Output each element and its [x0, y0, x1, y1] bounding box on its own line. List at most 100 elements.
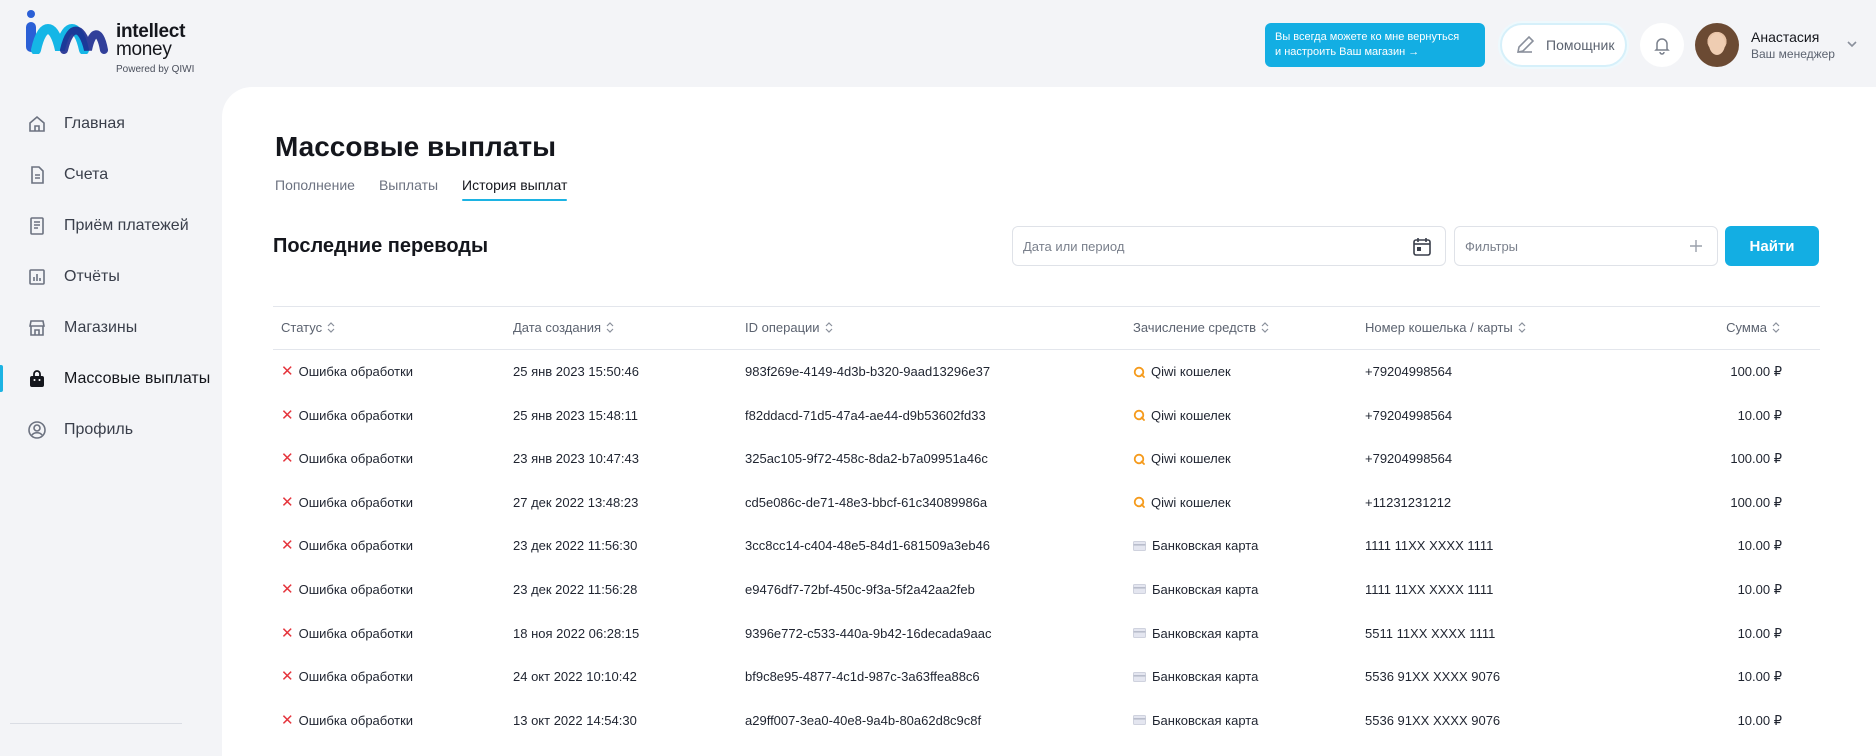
- status-text: Ошибка обработки: [298, 451, 414, 467]
- method-icon-wrap: [1133, 584, 1146, 595]
- method-text: Банковская карта: [1152, 581, 1259, 597]
- column-header-number[interactable]: Номер кошелька / карты: [1365, 320, 1526, 335]
- status-cell: ✕ Ошибка обработки: [281, 713, 413, 728]
- helper-button[interactable]: Помощник: [1500, 23, 1627, 67]
- status-cell: ✕ Ошибка обработки: [281, 538, 413, 553]
- amount-cell: 10.00 ₽: [1737, 625, 1782, 641]
- method-cell: Банковская карта: [1133, 626, 1258, 641]
- sort-icon: [1772, 322, 1780, 333]
- sidebar-item-reports[interactable]: Отчёты: [0, 251, 222, 302]
- table-row[interactable]: ✕ Ошибка обработки 13 окт 2022 14:54:30 a29…: [273, 699, 1820, 743]
- table-row[interactable]: ✕ Ошибка обработки 24 окт 2022 10:10:42 bf9…: [273, 655, 1820, 699]
- sidebar-item-label: Счета: [64, 165, 109, 183]
- operation-id-cell: 3cc8cc14-c404-48e5-84d1-681509a3eb46: [745, 538, 991, 554]
- column-header-id[interactable]: ID операции: [745, 320, 833, 335]
- sidebar-item-payments[interactable]: Приём платежей: [0, 200, 222, 251]
- amount-cell: 10.00 ₽: [1737, 581, 1782, 597]
- plus-icon[interactable]: [1689, 239, 1703, 253]
- filters-input[interactable]: [1455, 227, 1717, 265]
- promo-line2: и настроить Ваш магазин →: [1275, 46, 1420, 58]
- tab-payout-history[interactable]: История выплат: [462, 177, 568, 201]
- chart-icon: [26, 266, 48, 288]
- column-header-method[interactable]: Зачисление средств: [1133, 320, 1269, 335]
- table-row[interactable]: ✕ Ошибка обработки 18 ноя 2022 06:28:15 939…: [273, 612, 1820, 656]
- status-text: Ошибка обработки: [298, 669, 414, 685]
- amount-cell: 10.00 ₽: [1737, 669, 1782, 685]
- tab-top-up[interactable]: Пополнение: [275, 177, 355, 201]
- method-text: Банковская карта: [1152, 712, 1259, 728]
- qiwi-icon: [1133, 497, 1145, 509]
- status-text: Ошибка обработки: [298, 364, 414, 379]
- column-header-label: ID операции: [745, 320, 820, 335]
- sidebar-item-home[interactable]: Главная: [0, 98, 222, 149]
- store-icon: [26, 317, 48, 339]
- brand-powered: Powered by QIWI: [116, 64, 195, 75]
- tabs: Пополнение Выплаты История выплат: [275, 177, 568, 201]
- helper-label: Помощник: [1546, 37, 1615, 53]
- table-header: Статус Дата создания ID операции Зачисле…: [273, 306, 1820, 350]
- status-cell: ✕ Ошибка обработки: [281, 669, 413, 684]
- sidebar-item-label: Массовые выплаты: [64, 369, 211, 387]
- operation-id-cell: 9396e772-c533-440a-9b42-16decada9aac: [745, 625, 992, 641]
- sidebar-item-profile[interactable]: Профиль: [0, 404, 222, 455]
- status-cell: ✕ Ошибка обработки: [281, 495, 413, 510]
- amount-cell: 10.00 ₽: [1737, 538, 1782, 554]
- sidebar-item-label: Профиль: [64, 420, 134, 438]
- date-period-field[interactable]: [1012, 226, 1446, 266]
- bank-card-icon: [1133, 715, 1146, 726]
- bank-card-icon: [1133, 584, 1146, 595]
- date-period-input[interactable]: [1013, 227, 1445, 265]
- manager-menu[interactable]: Анастасия Ваш менеджер: [1695, 23, 1865, 69]
- bank-card-icon: [1133, 540, 1146, 551]
- manager-name: Анастасия: [1751, 29, 1820, 45]
- column-header-status[interactable]: Статус: [281, 320, 335, 335]
- section-title: Последние переводы: [273, 235, 489, 257]
- operation-id-cell: 983f269e-4149-4d3b-b320-9aad13296e37: [745, 364, 991, 379]
- status-text: Ошибка обработки: [298, 494, 414, 510]
- method-cell: Банковская карта: [1133, 713, 1258, 728]
- column-header-label: Зачисление средств: [1133, 320, 1257, 335]
- table-row[interactable]: ✕ Ошибка обработки 27 дек 2022 13:48:23 cd5…: [273, 481, 1820, 525]
- avatar: [1695, 23, 1739, 67]
- brand-logo[interactable]: intellect money Powered by QIWI: [24, 10, 204, 75]
- manager-role: Ваш менеджер: [1751, 47, 1835, 61]
- table-body: ✕ Ошибка обработки 25 янв 2023 15:50:46 983…: [273, 350, 1820, 742]
- sidebar-item-stores[interactable]: Магазины: [0, 302, 222, 353]
- method-icon-wrap: [1133, 715, 1146, 726]
- chevron-down-icon: [1847, 41, 1857, 48]
- sidebar-item-label: Приём платежей: [64, 216, 189, 234]
- table-row[interactable]: ✕ Ошибка обработки 23 янв 2023 10:47:43 325…: [273, 437, 1820, 481]
- calendar-icon[interactable]: [1411, 236, 1433, 258]
- profile-icon: [26, 419, 48, 441]
- method-icon-wrap: [1133, 671, 1146, 682]
- table-row[interactable]: ✕ Ошибка обработки 23 дек 2022 11:56:30 3cc…: [273, 524, 1820, 568]
- manager-promo-banner[interactable]: Вы всегда можете ко мне вернуться и наст…: [1265, 23, 1485, 67]
- error-x-icon: ✕: [281, 450, 294, 468]
- table-row[interactable]: ✕ Ошибка обработки 23 дек 2022 11:56:28 e94…: [273, 568, 1820, 612]
- status-cell: ✕ Ошибка обработки: [281, 626, 413, 641]
- sidebar-item-label: Отчёты: [64, 267, 120, 285]
- notifications-button[interactable]: [1640, 23, 1684, 67]
- method-text: Банковская карта: [1152, 669, 1259, 685]
- sidebar-item-invoices[interactable]: Счета: [0, 149, 222, 200]
- amount-cell: 10.00 ₽: [1737, 407, 1782, 423]
- method-icon-wrap: [1133, 409, 1145, 421]
- find-button[interactable]: Найти: [1725, 226, 1819, 266]
- tab-payouts[interactable]: Выплаты: [379, 177, 438, 201]
- column-header-amount[interactable]: Сумма: [1726, 320, 1780, 335]
- status-text: Ошибка обработки: [298, 712, 414, 728]
- table-row[interactable]: ✕ Ошибка обработки 25 янв 2023 15:48:11 f82…: [273, 394, 1820, 438]
- method-cell: Банковская карта: [1133, 538, 1258, 553]
- table-row[interactable]: ✕ Ошибка обработки 25 янв 2023 15:50:46 983…: [273, 350, 1820, 394]
- sort-icon: [825, 322, 832, 333]
- filters-field[interactable]: [1454, 226, 1718, 266]
- column-header-date[interactable]: Дата создания: [513, 320, 614, 335]
- promo-line1: Вы всегда можете ко мне вернуться: [1275, 31, 1460, 43]
- method-cell: Qiwi кошелек: [1133, 451, 1231, 466]
- operation-id-cell: cd5e086c-de71-48e3-bbcf-61c34089986a: [745, 494, 988, 510]
- date-cell: 23 янв 2023 10:47:43: [513, 451, 639, 467]
- sidebar-item-mass-payouts[interactable]: Массовые выплаты: [0, 353, 222, 404]
- wallet-number-cell: 5536 91XX XXXX 9076: [1365, 712, 1501, 728]
- intellect-money-logo-icon: [26, 10, 108, 54]
- sidebar: Главная Счета Приём платежей Отчёты Мага…: [0, 98, 222, 455]
